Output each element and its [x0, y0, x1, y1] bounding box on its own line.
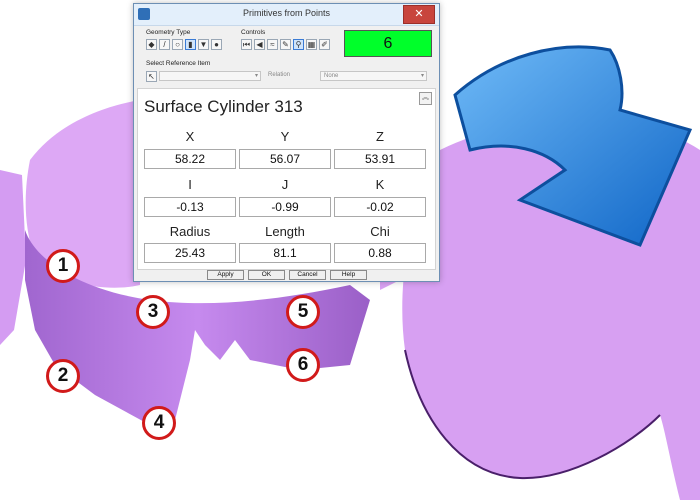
value-k[interactable]: -0.02: [334, 197, 426, 217]
primitives-dialog: Primitives from Points ✕ Geometry Type ◆…: [133, 3, 440, 282]
value-y[interactable]: 56.07: [239, 149, 331, 169]
circle-icon[interactable]: ○: [172, 39, 183, 50]
ok-button[interactable]: OK: [248, 270, 285, 280]
col-label-j: J: [281, 177, 289, 192]
reference-item-select[interactable]: ▾: [159, 71, 261, 81]
col-label-z: Z: [376, 129, 384, 144]
filter-icon[interactable]: ⚲: [293, 39, 304, 50]
back-icon[interactable]: ◀: [254, 39, 265, 50]
mesh-left-sliver: [0, 170, 26, 345]
sphere-icon[interactable]: ●: [211, 39, 222, 50]
value-radius[interactable]: 25.43: [144, 243, 236, 263]
help-button[interactable]: Help: [330, 270, 367, 280]
col-label-chi: Chi: [370, 224, 390, 239]
pencil-icon[interactable]: ✎: [280, 39, 291, 50]
cancel-button[interactable]: Cancel: [289, 270, 326, 280]
value-x[interactable]: 58.22: [144, 149, 236, 169]
col-label-y: Y: [280, 129, 290, 144]
line-icon[interactable]: /: [159, 39, 170, 50]
close-button[interactable]: ✕: [403, 5, 435, 24]
eraser-icon[interactable]: ✐: [319, 39, 330, 50]
feature-panel: Surface Cylinder 313 ︽ X Y Z 58.22 56.07…: [137, 88, 436, 270]
col-label-radius: Radius: [169, 224, 211, 239]
value-length[interactable]: 81.1: [239, 243, 331, 263]
value-z[interactable]: 53.91: [334, 149, 426, 169]
pointer-icon[interactable]: ↖: [146, 71, 157, 82]
col-label-x: X: [185, 129, 195, 144]
point-count: 6: [344, 30, 432, 57]
dialog-title: Primitives from Points: [242, 8, 331, 18]
cylinder-icon[interactable]: ▮: [185, 39, 196, 50]
callout-3: 3: [136, 295, 170, 329]
apply-button[interactable]: Apply: [207, 270, 244, 280]
dialog-titlebar[interactable]: Primitives from Points ✕: [134, 4, 439, 26]
select-reference-label: Select Reference Item: [146, 60, 211, 67]
first-icon[interactable]: ⏮: [241, 39, 252, 50]
value-chi[interactable]: 0.88: [334, 243, 426, 263]
callout-1: 1: [46, 249, 80, 283]
chevron-down-icon: ▾: [254, 73, 258, 79]
col-label-length: Length: [265, 224, 305, 239]
relation-value: None: [324, 73, 339, 79]
collapse-icon[interactable]: ︽: [419, 92, 432, 105]
plane-icon[interactable]: ◆: [146, 39, 157, 50]
table-icon[interactable]: ▦: [306, 39, 317, 50]
value-i[interactable]: -0.13: [144, 197, 236, 217]
callout-6: 6: [286, 348, 320, 382]
chevron-down-icon: ▾: [420, 73, 424, 79]
relation-label: Relation: [268, 72, 291, 78]
value-j[interactable]: -0.99: [239, 197, 331, 217]
callout-5: 5: [286, 295, 320, 329]
geometry-type-label: Geometry Type: [146, 29, 191, 36]
col-label-i: I: [188, 177, 192, 192]
col-label-k: K: [375, 177, 385, 192]
callout-4: 4: [142, 406, 176, 440]
relation-select[interactable]: None ▾: [320, 71, 427, 81]
cone-icon[interactable]: ▼: [198, 39, 209, 50]
callout-2: 2: [46, 359, 80, 393]
feature-title: Surface Cylinder 313: [144, 97, 303, 116]
wave-icon[interactable]: ≈: [267, 39, 278, 50]
controls-label: Controls: [241, 29, 266, 36]
